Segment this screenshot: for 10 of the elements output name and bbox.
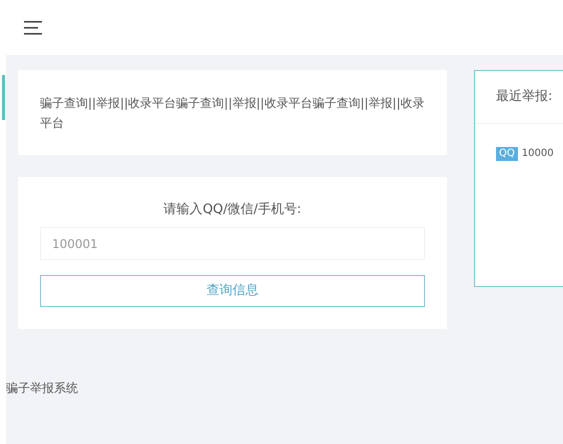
query-button[interactable]: 查询信息: [40, 275, 425, 307]
footer-text: 骗子举报系统: [6, 381, 78, 395]
sidebar-indicator: [2, 75, 5, 120]
report-number: 10000: [522, 147, 554, 161]
search-label: 请输入QQ/微信/手机号:: [162, 201, 302, 219]
intro-text: 骗子查询||举报||收录平台骗子查询||举报||收录平台骗子查询||举报||收录平台: [40, 94, 425, 132]
recent-title: 最近举报:: [496, 88, 552, 106]
menu-icon[interactable]: [24, 20, 42, 34]
search-field[interactable]: 100001: [40, 227, 425, 260]
qq-tag: QQ: [496, 146, 518, 160]
